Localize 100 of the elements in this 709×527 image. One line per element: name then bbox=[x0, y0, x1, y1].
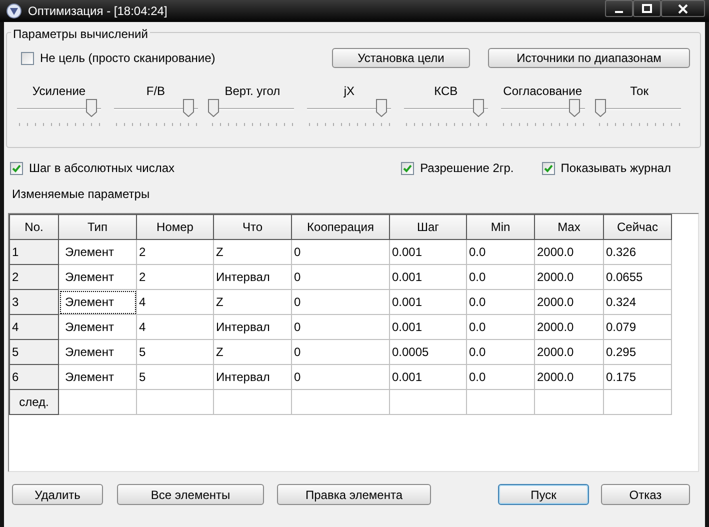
slider-label: КСВ bbox=[433, 83, 459, 99]
checkbox[interactable] bbox=[542, 162, 555, 174]
table-cell: 0.0 bbox=[466, 264, 534, 290]
table-cell: Z bbox=[214, 240, 292, 264]
button[interactable]: Установка цели bbox=[332, 48, 470, 68]
slider-label: Верт. угол bbox=[224, 83, 282, 99]
row-header[interactable]: 6 bbox=[10, 364, 58, 390]
checkbox[interactable] bbox=[10, 162, 23, 174]
table-cell: 0 bbox=[292, 240, 390, 264]
table-cell: 2000.0 bbox=[534, 364, 604, 390]
row-header[interactable]: 1 bbox=[10, 240, 58, 264]
checkbox-label: Разрешение 2гр. bbox=[420, 160, 514, 177]
table-cell: 0.0 bbox=[466, 290, 534, 314]
table-cell: 0.324 bbox=[604, 290, 672, 314]
minimize-button[interactable] bbox=[605, 0, 633, 17]
slider-label: Усиление bbox=[31, 83, 87, 99]
slider-thumb[interactable] bbox=[472, 99, 484, 117]
row-header[interactable]: 4 bbox=[10, 314, 58, 340]
slider-thumb[interactable] bbox=[595, 99, 606, 117]
table-cell: 2000.0 bbox=[534, 264, 604, 290]
table-cell: Z bbox=[214, 290, 292, 314]
close-icon bbox=[678, 4, 688, 14]
slider-label: Ток bbox=[629, 83, 650, 99]
button[interactable]: Отказ bbox=[601, 484, 690, 505]
table-cell: 2000.0 bbox=[534, 290, 604, 314]
table-cell: 0.001 bbox=[390, 290, 466, 314]
row-header[interactable]: 5 bbox=[10, 340, 58, 364]
table-cell: 4 bbox=[136, 314, 214, 340]
table-cell: 0 bbox=[292, 290, 390, 314]
checkbox[interactable] bbox=[21, 52, 34, 64]
table-cell: 0.001 bbox=[390, 364, 466, 390]
slider-label: Согласование bbox=[502, 83, 584, 99]
table-cell: Элемент bbox=[58, 340, 136, 364]
table-cell: 0 bbox=[292, 264, 390, 290]
checkbox-label: Не цель (просто сканирование) bbox=[40, 50, 216, 67]
button[interactable]: Правка элемента bbox=[277, 484, 431, 505]
row-header[interactable]: 3 bbox=[10, 290, 58, 314]
table-cell: Интервал bbox=[214, 314, 292, 340]
app-icon bbox=[6, 3, 22, 19]
table-cell: Интервал bbox=[214, 364, 292, 390]
checkbox[interactable] bbox=[401, 162, 414, 174]
table-cell: 0.001 bbox=[390, 314, 466, 340]
table-cell: 4 bbox=[136, 290, 214, 314]
slider-label: F/B bbox=[145, 83, 166, 99]
slider-thumb[interactable] bbox=[569, 99, 580, 117]
checkbox-label: Показывать журнал bbox=[560, 160, 671, 177]
table-cell: Z bbox=[214, 340, 292, 364]
table-cell: 0.001 bbox=[390, 240, 466, 264]
column-header[interactable]: Что bbox=[214, 214, 292, 240]
table-cell: 0.001 bbox=[390, 264, 466, 290]
table-cell: 0.326 bbox=[604, 240, 672, 264]
column-header[interactable]: Шаг bbox=[390, 214, 466, 240]
row-header[interactable]: след. bbox=[10, 390, 58, 414]
table-cell: 2 bbox=[136, 264, 214, 290]
column-header[interactable]: Сейчас bbox=[604, 214, 672, 240]
row-header[interactable]: 2 bbox=[10, 264, 58, 290]
table-cell: Элемент bbox=[58, 364, 136, 390]
table-cell: 5 bbox=[136, 364, 214, 390]
checkbox-label: Шаг в абсолютных числах bbox=[29, 160, 174, 177]
button[interactable]: Пуск bbox=[498, 484, 589, 505]
table-cell: 0 bbox=[292, 340, 390, 364]
maximize-button[interactable] bbox=[633, 0, 661, 17]
table-cell: 2000.0 bbox=[534, 240, 604, 264]
table-cell: 0 bbox=[292, 364, 390, 390]
table-cell: 0.0 bbox=[466, 240, 534, 264]
slider-thumb[interactable] bbox=[208, 99, 220, 117]
table-cell: 0 bbox=[292, 314, 390, 340]
table-cell: 2000.0 bbox=[534, 314, 604, 340]
close-button[interactable] bbox=[661, 0, 705, 17]
button[interactable]: Все элементы bbox=[117, 484, 264, 505]
maximize-icon bbox=[642, 4, 652, 14]
column-header[interactable]: Min bbox=[466, 214, 534, 240]
slider-thumb[interactable] bbox=[182, 99, 194, 117]
column-header[interactable]: Кооперация bbox=[292, 214, 390, 240]
table-cell: 0.0 bbox=[466, 364, 534, 390]
table-cell: 0.079 bbox=[604, 314, 672, 340]
button[interactable]: Удалить bbox=[12, 484, 103, 505]
column-header[interactable]: No. bbox=[10, 214, 58, 240]
slider-thumb[interactable] bbox=[86, 99, 97, 117]
column-header[interactable]: Номер bbox=[136, 214, 214, 240]
table-cell: 0.0 bbox=[466, 314, 534, 340]
window-title: Оптимизация - [18:04:24] bbox=[28, 3, 168, 20]
section-label: Изменяемые параметры bbox=[12, 186, 151, 203]
table-cell: 5 bbox=[136, 340, 214, 364]
table-cell: Элемент bbox=[58, 290, 136, 314]
slider-label: jX bbox=[342, 83, 356, 99]
column-header[interactable]: Max bbox=[534, 214, 604, 240]
table-cell: 0.0 bbox=[466, 340, 534, 364]
minimize-icon bbox=[615, 11, 623, 13]
slider-thumb[interactable] bbox=[376, 99, 387, 117]
table-cell: 0.295 bbox=[604, 340, 672, 364]
button[interactable]: Источники по диапазонам bbox=[488, 48, 690, 68]
table-cell: 0.0005 bbox=[390, 340, 466, 364]
column-header[interactable]: Тип bbox=[58, 214, 136, 240]
table-cell: 0.175 bbox=[604, 364, 672, 390]
table-cell: Элемент bbox=[58, 314, 136, 340]
table-cell: 2 bbox=[136, 240, 214, 264]
table-cell: 0.0655 bbox=[604, 264, 672, 290]
table-cell: Интервал bbox=[214, 264, 292, 290]
table-cell: Элемент bbox=[58, 264, 136, 290]
